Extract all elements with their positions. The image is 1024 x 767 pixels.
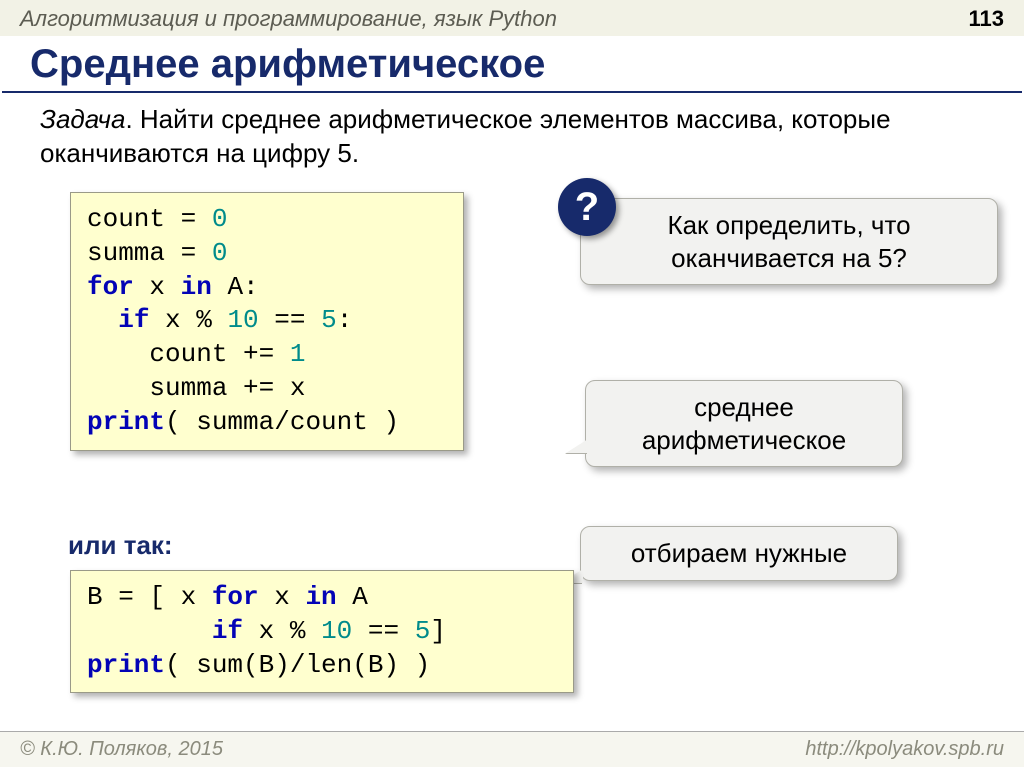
footer-copyright: © К.Ю. Поляков, 2015 — [20, 738, 223, 761]
callout-average: среднее арифметическое — [585, 380, 903, 467]
task-body: . Найти среднее арифметическое элементов… — [40, 104, 891, 168]
callout-select: отбираем нужные — [580, 526, 898, 581]
callout-question: Как определить, что оканчивается на 5? — [580, 198, 998, 285]
code-block-1: count = 0 summa = 0 for x in A: if x % 1… — [70, 192, 464, 451]
page-title: Среднее арифметическое — [0, 36, 1024, 91]
page-number: 113 — [969, 6, 1005, 32]
subject-label: Алгоритмизация и программирование, язык … — [20, 6, 557, 32]
footer: © К.Ю. Поляков, 2015 http://kpolyakov.sp… — [0, 731, 1024, 767]
or-label: или так: — [68, 530, 173, 561]
header-bar: Алгоритмизация и программирование, язык … — [0, 0, 1024, 36]
footer-url: http://kpolyakov.spb.ru — [805, 738, 1004, 761]
slide: Алгоритмизация и программирование, язык … — [0, 0, 1024, 767]
task-text: Задача. Найти среднее арифметическое эле… — [0, 103, 1024, 171]
title-rule — [2, 91, 1022, 93]
task-label: Задача — [40, 104, 125, 134]
code-block-2: B = [ x for x in A if x % 10 == 5] print… — [70, 570, 574, 693]
question-mark-icon: ? — [558, 178, 616, 236]
